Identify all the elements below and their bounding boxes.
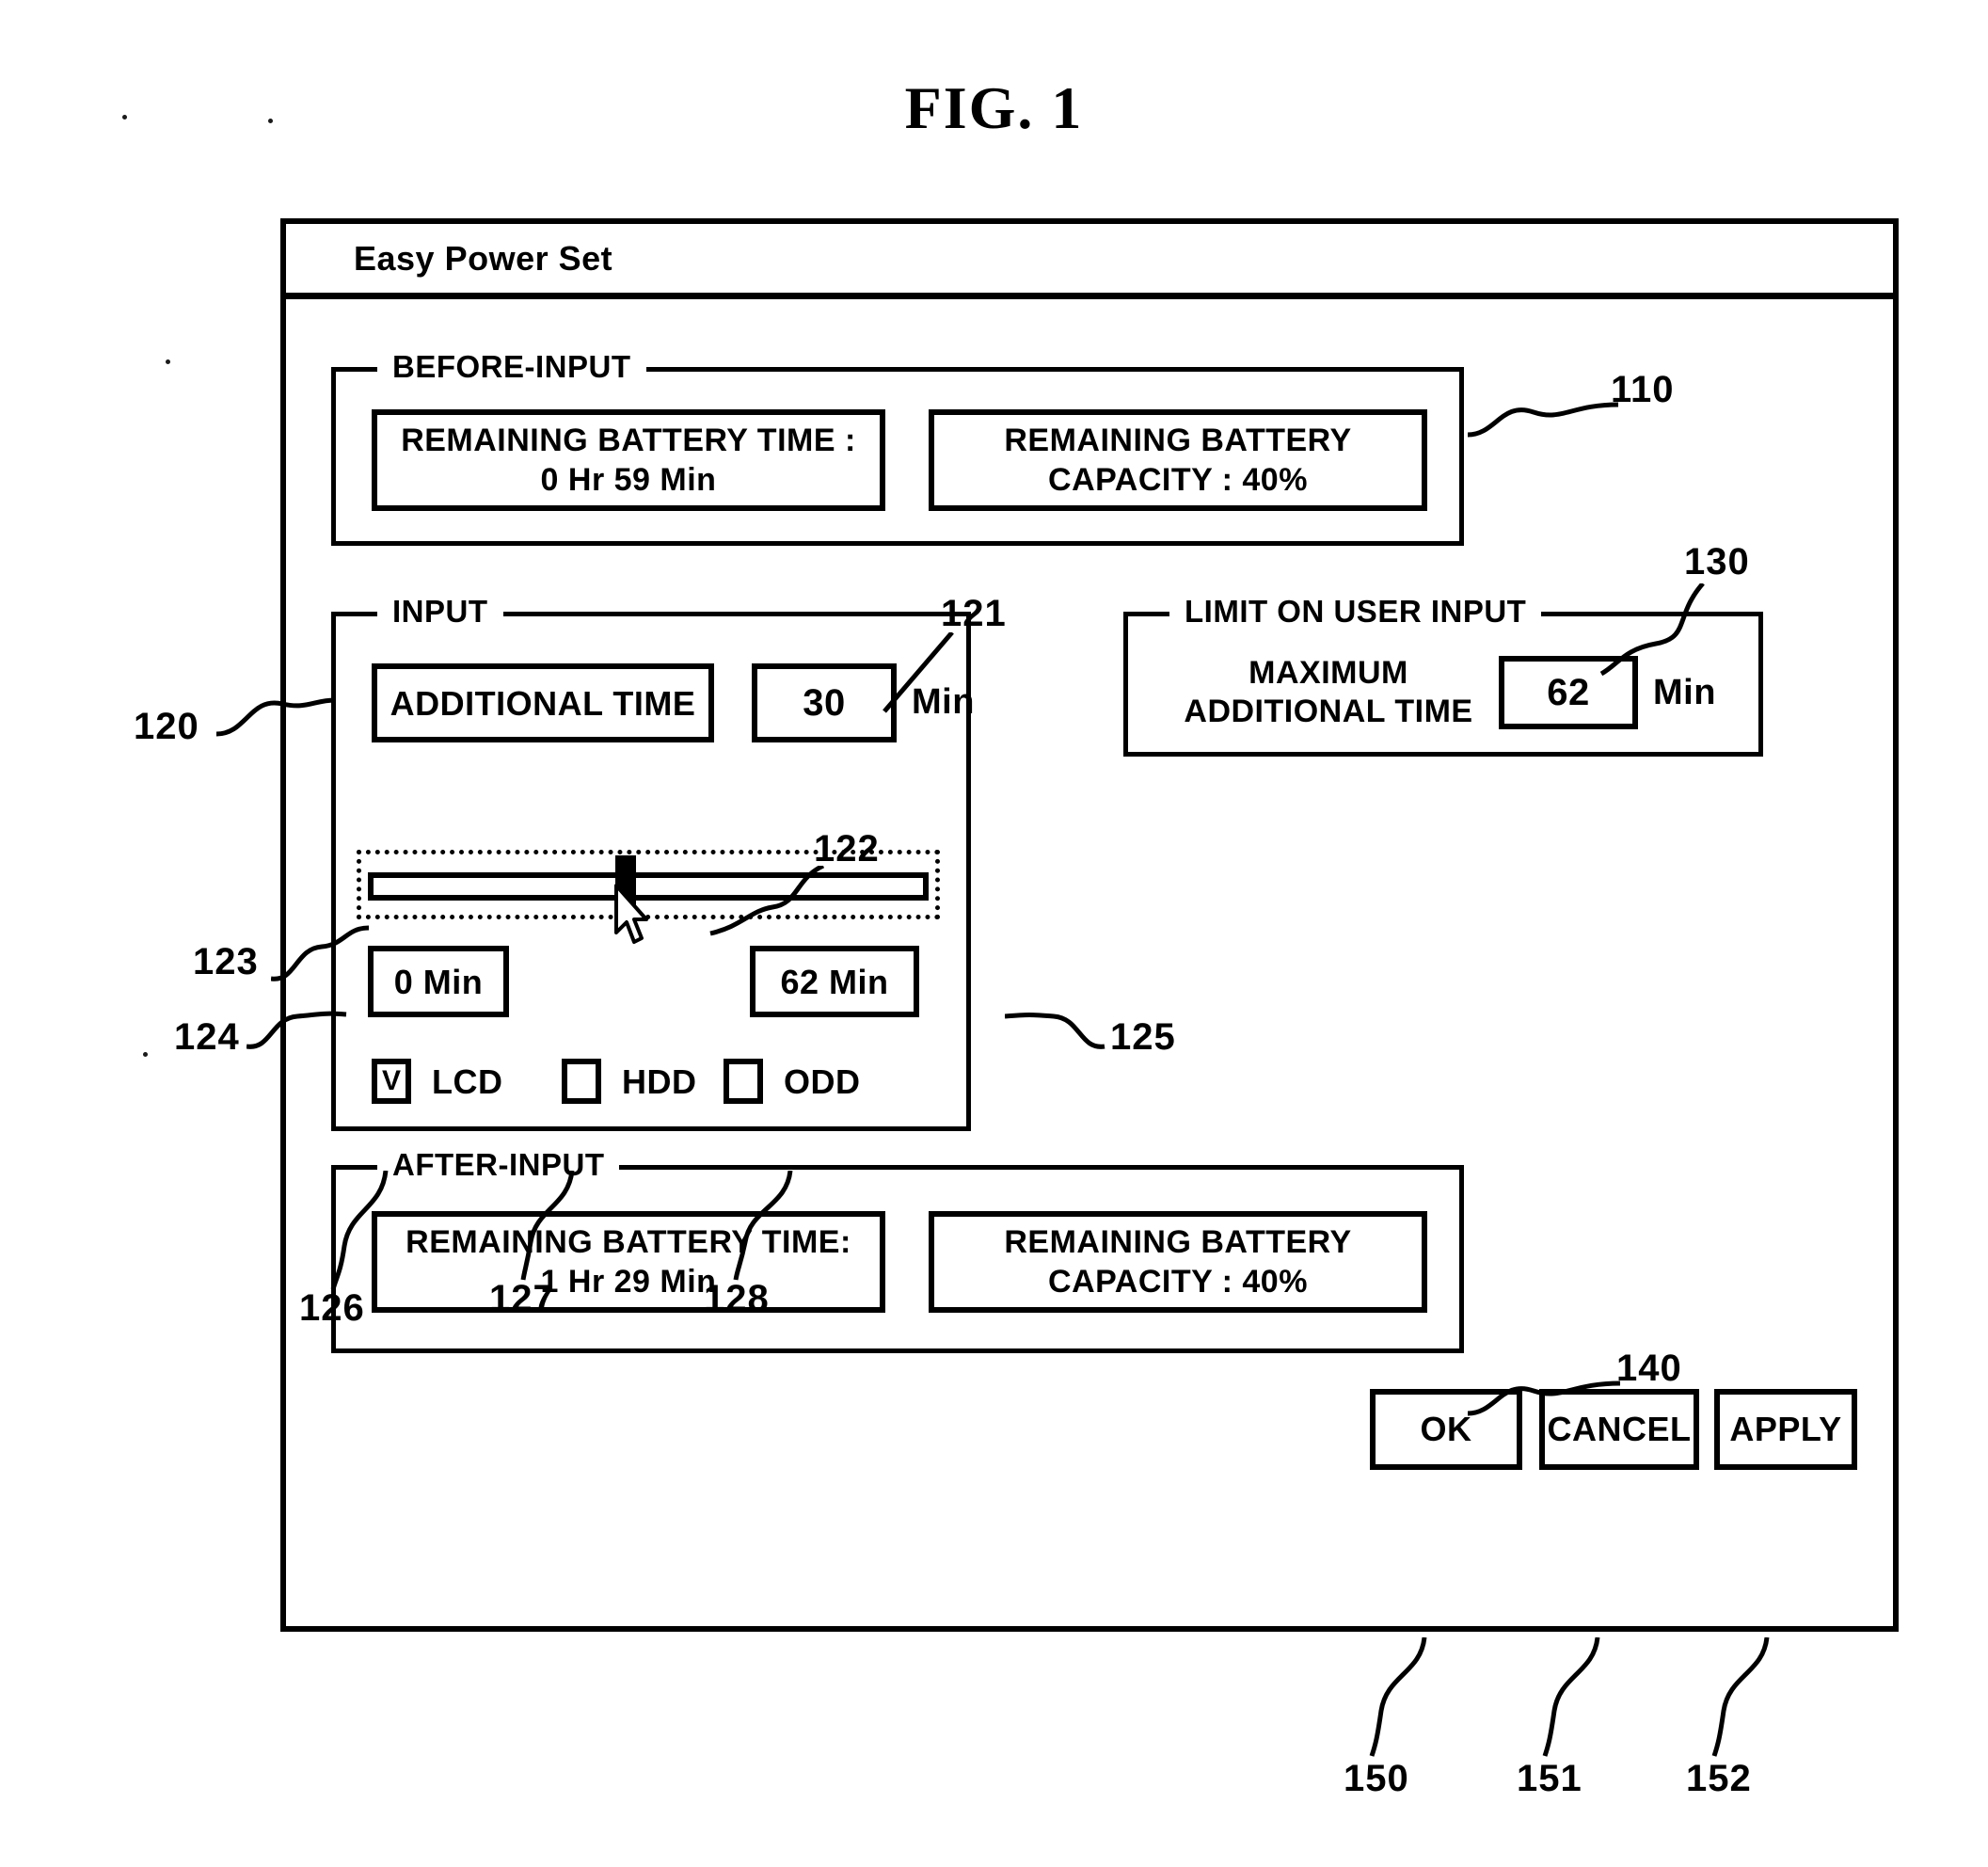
checkbox-hdd[interactable] — [562, 1059, 601, 1104]
before-remaining-battery-time-box: REMAINING BATTERY TIME : 0 Hr 59 Min — [372, 409, 885, 511]
slider-min-box: 0 Min — [368, 946, 509, 1017]
additional-time-label: ADDITIONAL TIME — [390, 683, 696, 723]
maximum-additional-time-label-line2: ADDITIONAL TIME — [1184, 694, 1473, 730]
window-titlebar: Easy Power Set — [286, 224, 1893, 299]
leader-line-126 — [330, 1171, 389, 1290]
before-remaining-battery-time-label: REMAINING BATTERY TIME : — [401, 422, 856, 458]
scan-speck — [122, 115, 127, 120]
ref-numeral-126: 126 — [299, 1287, 365, 1329]
window-title: Easy Power Set — [354, 239, 613, 278]
leader-line-151 — [1542, 1637, 1600, 1757]
scan-speck — [268, 119, 273, 123]
limit-on-user-input-legend: LIMIT ON USER INPUT — [1169, 594, 1542, 630]
before-remaining-battery-time-value: 0 Hr 59 Min — [540, 462, 717, 498]
checkbox-lcd-label: LCD — [432, 1062, 503, 1101]
additional-time-label-box: ADDITIONAL TIME — [372, 663, 714, 742]
ref-numeral-128: 128 — [704, 1278, 770, 1319]
after-remaining-battery-capacity-label: REMAINING BATTERY — [1004, 1223, 1352, 1260]
checkbox-odd-label: ODD — [784, 1062, 861, 1101]
checkbox-lcd[interactable]: V — [372, 1059, 411, 1104]
slider-max-label: 62 Min — [780, 962, 889, 1001]
before-remaining-battery-capacity-value: CAPACITY : 40% — [1048, 462, 1308, 498]
ref-numeral-150: 150 — [1344, 1758, 1409, 1799]
checkbox-hdd-label: HDD — [622, 1062, 697, 1101]
ref-numeral-120: 120 — [134, 706, 199, 747]
leader-line-122 — [709, 866, 825, 936]
ref-numeral-121: 121 — [941, 593, 1007, 634]
after-remaining-battery-time-box: REMAINING BATTERY TIME: 1 Hr 29 Min — [372, 1211, 885, 1313]
leader-line-120 — [216, 697, 336, 737]
leader-line-127 — [520, 1171, 575, 1281]
before-remaining-battery-capacity-box: REMAINING BATTERY CAPACITY : 40% — [929, 409, 1427, 511]
before-remaining-battery-capacity-label: REMAINING BATTERY — [1004, 422, 1352, 458]
checkbox-lcd-mark: V — [381, 1065, 401, 1096]
ref-numeral-151: 151 — [1517, 1758, 1582, 1799]
input-legend: INPUT — [377, 594, 503, 630]
leader-line-121 — [883, 632, 954, 713]
leader-line-110 — [1468, 402, 1619, 438]
scan-speck — [166, 359, 170, 364]
leader-line-123 — [271, 925, 370, 981]
maximum-additional-time-label-line1: MAXIMUM — [1248, 655, 1408, 691]
easy-power-set-window: Easy Power Set BEFORE-INPUT REMAINING BA… — [280, 218, 1899, 1632]
before-input-group: BEFORE-INPUT REMAINING BATTERY TIME : 0 … — [331, 349, 1464, 546]
scan-speck — [143, 1052, 148, 1057]
leader-line-140 — [1468, 1380, 1621, 1416]
leader-line-152 — [1711, 1637, 1770, 1757]
mouse-cursor-icon — [614, 884, 648, 944]
before-input-legend: BEFORE-INPUT — [377, 349, 646, 385]
after-remaining-battery-capacity-box: REMAINING BATTERY CAPACITY : 40% — [929, 1211, 1427, 1313]
after-remaining-battery-capacity-value: CAPACITY : 40% — [1048, 1264, 1308, 1300]
apply-button[interactable]: APPLY — [1714, 1389, 1857, 1470]
slider-min-label: 0 Min — [393, 962, 484, 1001]
after-input-legend: AFTER-INPUT — [377, 1147, 620, 1183]
checkbox-odd[interactable] — [724, 1059, 763, 1104]
ref-numeral-127: 127 — [489, 1278, 555, 1319]
additional-time-value: 30 — [803, 682, 846, 724]
figure-title: FIG. 1 — [904, 74, 1084, 141]
ref-numeral-125: 125 — [1110, 1016, 1176, 1058]
maximum-additional-time-value: 62 — [1547, 672, 1590, 713]
ref-numeral-130: 130 — [1684, 541, 1750, 582]
leader-line-150 — [1369, 1637, 1427, 1757]
after-input-group: AFTER-INPUT REMAINING BATTERY TIME: 1 Hr… — [331, 1147, 1464, 1353]
leader-line-130 — [1599, 583, 1705, 677]
leader-line-124 — [247, 1011, 347, 1049]
ref-numeral-152: 152 — [1686, 1758, 1752, 1799]
leader-line-125 — [1005, 1013, 1105, 1049]
ref-numeral-122: 122 — [814, 828, 880, 870]
leader-line-128 — [733, 1171, 793, 1281]
maximum-additional-time-label: MAXIMUM ADDITIONAL TIME — [1173, 654, 1484, 732]
ref-numeral-123: 123 — [193, 941, 259, 982]
ref-numeral-124: 124 — [174, 1016, 240, 1058]
slider-max-box: 62 Min — [750, 946, 919, 1017]
